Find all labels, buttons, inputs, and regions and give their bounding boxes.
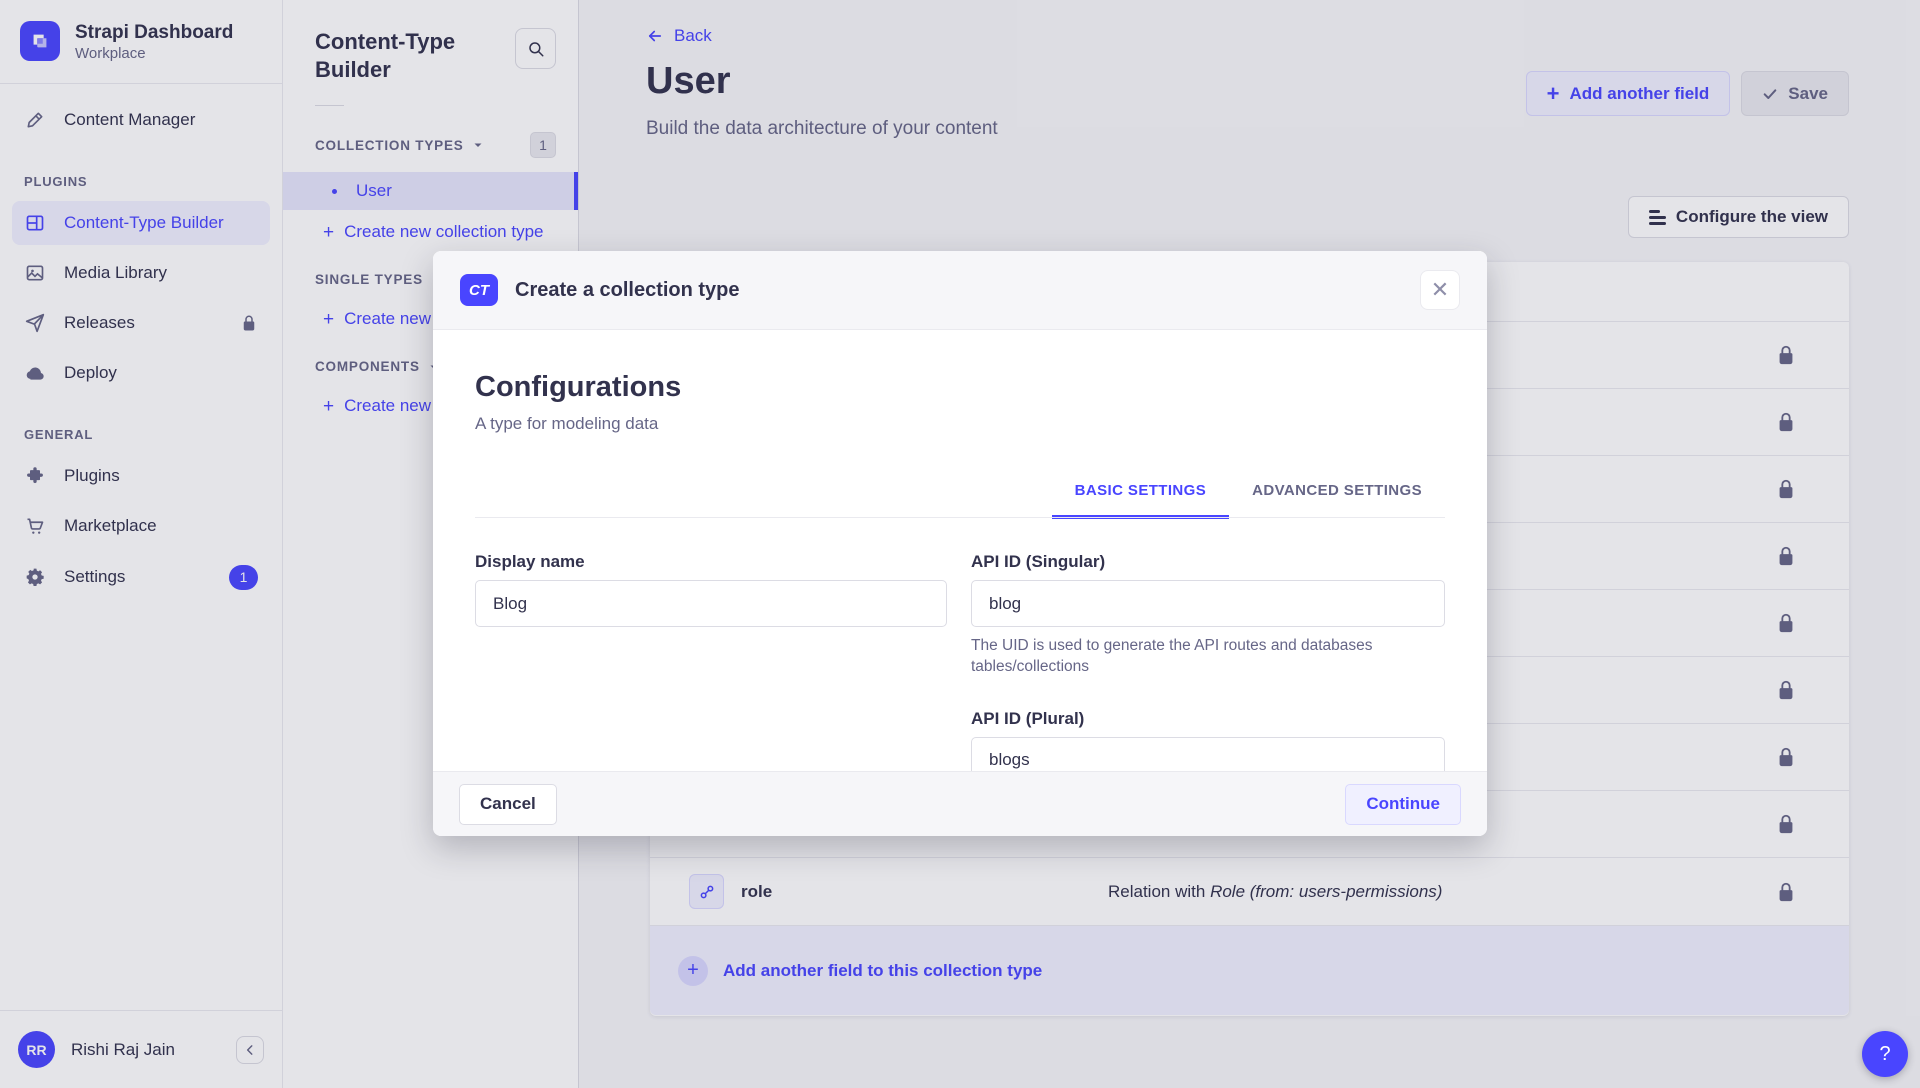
cancel-button[interactable]: Cancel	[459, 784, 557, 825]
configurations-subtitle: A type for modeling data	[475, 414, 681, 434]
modal-title: Create a collection type	[515, 279, 740, 302]
modal-footer: Cancel Continue	[433, 771, 1487, 836]
modal-header: CT Create a collection type ✕	[433, 251, 1487, 330]
collection-type-badge: CT	[460, 274, 498, 306]
help-button[interactable]: ?	[1862, 1031, 1908, 1077]
display-name-input[interactable]	[475, 580, 947, 627]
api-id-singular-label: API ID (Singular)	[971, 552, 1445, 572]
create-collection-type-modal: CT Create a collection type ✕ Configurat…	[433, 251, 1487, 836]
tab-advanced-settings[interactable]: ADVANCED SETTINGS	[1229, 468, 1445, 517]
close-icon: ✕	[1431, 279, 1449, 301]
configurations-header: Configurations A type for modeling data	[475, 371, 681, 434]
close-modal-button[interactable]: ✕	[1420, 270, 1460, 310]
api-id-singular-group: API ID (Singular) The UID is used to gen…	[971, 552, 1445, 678]
api-id-plural-label: API ID (Plural)	[971, 709, 1445, 729]
configurations-title: Configurations	[475, 371, 681, 404]
continue-button[interactable]: Continue	[1345, 784, 1461, 825]
api-id-singular-help: The UID is used to generate the API rout…	[971, 636, 1445, 678]
display-name-label: Display name	[475, 552, 947, 572]
divider	[475, 517, 1445, 518]
api-id-singular-input[interactable]	[971, 580, 1445, 627]
settings-tabs: BASIC SETTINGS ADVANCED SETTINGS	[1052, 468, 1445, 517]
tab-basic-settings[interactable]: BASIC SETTINGS	[1052, 468, 1229, 517]
modal-body: Configurations A type for modeling data …	[433, 330, 1487, 771]
